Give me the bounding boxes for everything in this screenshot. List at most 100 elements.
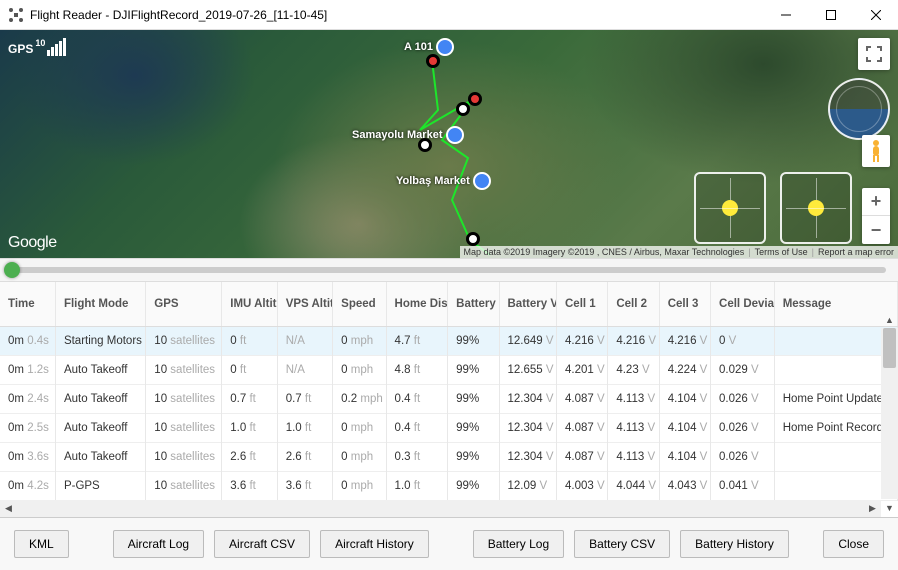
scroll-down-arrow[interactable]: ▼ [881,499,898,516]
table-cell: 10 satellites [146,413,222,442]
aircraft-history-button[interactable]: Aircraft History [320,530,429,558]
column-header[interactable]: Time [0,282,55,326]
column-header[interactable]: Cell Deviation [711,282,775,326]
table-cell: 12.304 V [499,413,557,442]
map-view[interactable]: A 101 Samayolu Market Yolbaş Market GPS … [0,30,898,258]
table-cell: Starting Motors [55,326,145,355]
table-cell: 0 mph [333,471,386,500]
table-cell: 0.4 ft [386,384,448,413]
stick-dot-icon [722,200,738,216]
close-window-button[interactable] [853,0,898,30]
waypoint-1[interactable] [456,102,470,116]
report-link[interactable]: Report a map error [818,247,894,257]
flight-data-table-wrap: TimeFlight ModeGPSIMU AltitudeVPS Altitu… [0,282,898,518]
column-header[interactable]: Battery Voltage [499,282,557,326]
table-cell: 1.0 ft [277,413,332,442]
table-row[interactable]: 0m 2.5sAuto Takeoff10 satellites1.0 ft1.… [0,413,898,442]
table-cell: 4.216 V [557,326,608,355]
column-header[interactable]: Speed [333,282,386,326]
pegman-button[interactable] [862,135,890,167]
table-row[interactable]: 0m 1.2sAuto Takeoff10 satellites0 ftN/A0… [0,355,898,384]
table-cell: 0.4 ft [386,413,448,442]
table-cell: 12.304 V [499,442,557,471]
table-cell: 0.2 mph [333,384,386,413]
scroll-right-arrow[interactable]: ▶ [864,503,881,514]
column-header[interactable]: IMU Altitude [222,282,277,326]
table-cell: 4.216 V [608,326,659,355]
table-cell [774,326,897,355]
column-header[interactable]: Message [774,282,897,326]
table-cell: 12.649 V [499,326,557,355]
compass-widget[interactable] [828,78,890,140]
scroll-left-arrow[interactable]: ◀ [0,503,17,514]
fullscreen-button[interactable] [858,38,890,70]
table-row[interactable]: 0m 0.4sStarting Motors10 satellites0 ftN… [0,326,898,355]
vertical-scrollbar[interactable]: ▲ ▼ [881,328,898,499]
column-header[interactable]: Home Distance [386,282,448,326]
table-cell: 0.7 ft [277,384,332,413]
table-row[interactable]: 0m 3.6sAuto Takeoff10 satellites2.6 ft2.… [0,442,898,471]
table-cell: 4.044 V [608,471,659,500]
waypoint-3[interactable] [466,232,480,246]
table-cell: 12.655 V [499,355,557,384]
table-cell: 4.087 V [557,413,608,442]
table-cell: 99% [448,326,499,355]
table-cell: 0 mph [333,413,386,442]
zoom-control: + − [862,188,890,244]
table-cell [774,355,897,384]
table-cell: 99% [448,384,499,413]
column-header[interactable]: Flight Mode [55,282,145,326]
table-cell: 0 ft [222,355,277,384]
column-header[interactable]: Cell 3 [659,282,710,326]
column-header[interactable]: Cell 1 [557,282,608,326]
timeline-slider-row [0,258,898,282]
timeline-slider[interactable] [12,267,886,273]
scrollbar-thumb[interactable] [883,328,896,368]
table-cell: 4.201 V [557,355,608,384]
timeline-thumb[interactable] [4,262,20,278]
aircraft-csv-button[interactable]: Aircraft CSV [214,530,310,558]
fullscreen-icon [866,46,882,62]
table-cell: 0.026 V [711,442,775,471]
waypoint-red-2[interactable] [468,92,482,106]
column-header[interactable]: GPS [146,282,222,326]
table-cell: 0m 0.4s [0,326,55,355]
left-stick-widget[interactable] [694,172,766,244]
table-row[interactable]: 0m 2.4sAuto Takeoff10 satellites0.7 ft0.… [0,384,898,413]
table-cell: 3.6 ft [277,471,332,500]
column-header[interactable]: Battery [448,282,499,326]
aircraft-log-button[interactable]: Aircraft Log [113,530,204,558]
minimize-button[interactable] [763,0,808,30]
table-cell: 0.3 ft [386,442,448,471]
table-cell: 4.23 V [608,355,659,384]
table-header-row: TimeFlight ModeGPSIMU AltitudeVPS Altitu… [0,282,898,326]
column-header[interactable]: Cell 2 [608,282,659,326]
table-cell: 0m 2.5s [0,413,55,442]
table-cell: 12.304 V [499,384,557,413]
table-cell [774,442,897,471]
flight-data-table: TimeFlight ModeGPSIMU AltitudeVPS Altitu… [0,282,898,501]
horizontal-scrollbar[interactable]: ◀ ▶ [0,500,881,517]
column-header[interactable]: VPS Altitude [277,282,332,326]
pegman-icon [867,139,885,163]
stick-dot-icon [808,200,824,216]
table-row[interactable]: 0m 4.2sP-GPS10 satellites3.6 ft3.6 ft0 m… [0,471,898,500]
zoom-in-button[interactable]: + [862,188,890,216]
table-cell: 4.224 V [659,355,710,384]
battery-csv-button[interactable]: Battery CSV [574,530,670,558]
battery-log-button[interactable]: Battery Log [473,530,564,558]
maximize-button[interactable] [808,0,853,30]
scroll-up-arrow[interactable]: ▲ [881,311,898,328]
table-cell: Auto Takeoff [55,442,145,471]
table-cell: 0 V [711,326,775,355]
zoom-out-button[interactable]: − [862,216,890,244]
battery-history-button[interactable]: Battery History [680,530,789,558]
terms-link[interactable]: Terms of Use [755,247,808,257]
waypoint-red-1[interactable] [426,54,440,68]
table-cell: Auto Takeoff [55,384,145,413]
table-cell: 0 mph [333,355,386,384]
kml-button[interactable]: KML [14,530,69,558]
table-cell: 4.216 V [659,326,710,355]
right-stick-widget[interactable] [780,172,852,244]
close-button[interactable]: Close [823,530,884,558]
